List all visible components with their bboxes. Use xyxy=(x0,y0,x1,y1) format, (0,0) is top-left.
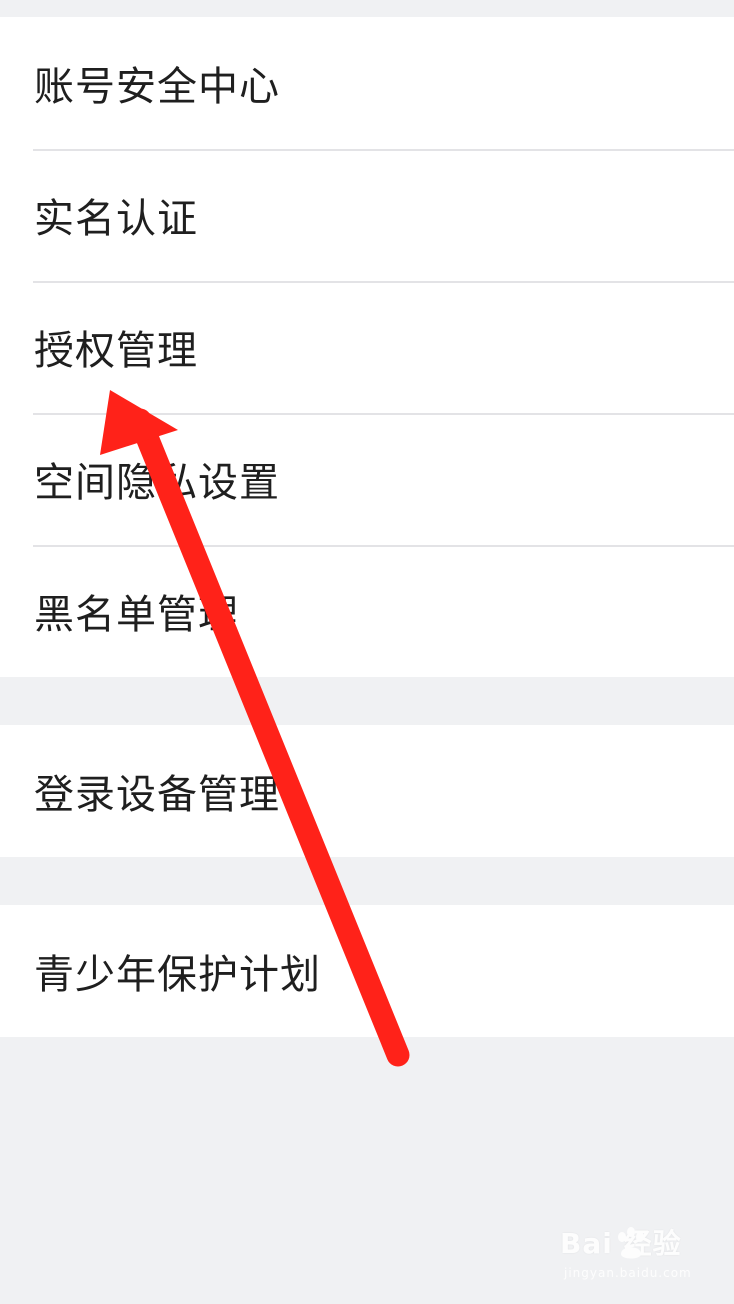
menu-item-login-device-management[interactable]: 登录设备管理 xyxy=(0,725,734,857)
menu-item-label: 空间隐私设置 xyxy=(34,460,280,506)
baidu-jingyan-watermark: Bai 经验 jingyan.baidu.com xyxy=(560,1222,710,1292)
menu-item-label: 登录设备管理 xyxy=(34,772,280,818)
settings-group-devices: 登录设备管理 xyxy=(0,725,734,857)
menu-item-label: 实名认证 xyxy=(34,196,198,242)
menu-item-authorization-management[interactable]: 授权管理 xyxy=(0,281,734,413)
menu-item-real-name-verification[interactable]: 实名认证 xyxy=(0,149,734,281)
menu-item-youth-protection-plan[interactable]: 青少年保护计划 xyxy=(0,905,734,1037)
menu-item-blacklist-management[interactable]: 黑名单管理 xyxy=(0,545,734,677)
menu-item-label: 黑名单管理 xyxy=(34,592,239,638)
paw-icon xyxy=(618,1227,644,1259)
menu-item-label: 账号安全中心 xyxy=(34,64,280,110)
settings-group-account: 账号安全中心 实名认证 授权管理 空间隐私设置 黑名单管理 xyxy=(0,17,734,677)
menu-item-space-privacy-settings[interactable]: 空间隐私设置 xyxy=(0,413,734,545)
settings-group-youth: 青少年保护计划 xyxy=(0,905,734,1037)
watermark-url: jingyan.baidu.com xyxy=(564,1266,692,1280)
menu-item-account-security[interactable]: 账号安全中心 xyxy=(0,17,734,149)
menu-item-label: 青少年保护计划 xyxy=(34,952,321,998)
menu-item-label: 授权管理 xyxy=(34,328,198,374)
